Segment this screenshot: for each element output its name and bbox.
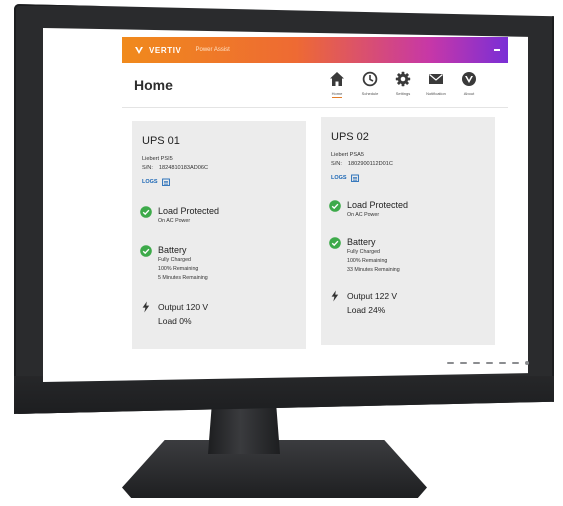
nav-home-label: Home	[331, 91, 343, 98]
serial-number: 1802900112D01C	[347, 161, 393, 167]
status-title: Load Protected	[158, 206, 220, 216]
battery-title: Battery	[347, 237, 376, 247]
status-detail: On AC Power	[158, 218, 191, 224]
battery-status: Battery Fully Charged 100% Remaining 5 M…	[140, 244, 208, 283]
battery-detail: 100% Remaining	[347, 258, 388, 264]
nav-notification-label: Notification	[426, 91, 446, 96]
ups-name: UPS 01	[142, 135, 180, 147]
minimize-button[interactable]	[494, 49, 500, 51]
lightning-icon	[331, 290, 339, 302]
envelope-icon	[429, 74, 443, 84]
output-voltage: Output 122 V	[347, 291, 398, 301]
serial-number: 1824810183AD06C	[158, 165, 209, 171]
vertiv-logo-icon	[135, 47, 143, 54]
output-voltage: Output 120 V	[158, 302, 209, 312]
monitor-buttons	[447, 358, 543, 368]
home-icon	[330, 72, 344, 86]
logs-link[interactable]: LOGS	[331, 174, 359, 182]
ups-card-02: UPS 02 Liebert PSA5 S/N: 1802900112D01C L…	[321, 117, 495, 345]
logs-icon	[161, 178, 170, 186]
brand-name: VERTIV	[149, 45, 182, 55]
battery-title: Battery	[158, 245, 187, 255]
nav-about-label: About	[463, 91, 475, 96]
logs-label: LOGS	[142, 179, 158, 185]
serial-label: S/N:	[142, 165, 153, 171]
logs-label: LOGS	[331, 175, 347, 181]
output-status: Output 120 V Load 0%	[140, 300, 208, 328]
battery-detail: 100% Remaining	[158, 266, 199, 272]
product-name: Power Assist	[195, 47, 230, 53]
serial-label: S/N:	[331, 161, 342, 167]
battery-detail: 5 Minutes Remaining	[158, 275, 208, 281]
vertiv-brand: VERTIV	[134, 45, 182, 55]
page-title: Home	[134, 77, 173, 93]
status-title: Load Protected	[347, 200, 409, 210]
load-percent: Load 24%	[347, 305, 386, 315]
ups-serial: S/N: 1802900112D01C	[331, 161, 393, 167]
check-circle-icon	[329, 200, 341, 212]
nav-notification[interactable]: Notification	[423, 71, 449, 98]
check-circle-icon	[140, 206, 152, 218]
battery-detail: Fully Charged	[347, 249, 380, 255]
battery-detail: Fully Charged	[158, 257, 191, 263]
load-protected-status: Load Protected On AC Power	[329, 199, 408, 220]
ups-name: UPS 02	[331, 131, 369, 143]
ups-serial: S/N: 1824810183AD06C	[142, 165, 208, 171]
nav-about[interactable]: About	[456, 71, 482, 98]
monitor-screen: VERTIV Power Assist Home Home Schedule S…	[43, 28, 528, 382]
nav-home[interactable]: Home	[324, 71, 350, 98]
logs-link[interactable]: LOGS	[142, 178, 170, 186]
output-status: Output 122 V Load 24%	[329, 289, 397, 317]
nav-schedule-label: Schedule	[361, 91, 379, 96]
main-nav: Home Schedule Settings Notification Abou…	[324, 71, 482, 98]
nav-settings-label: Settings	[395, 91, 411, 96]
load-percent: Load 0%	[158, 316, 192, 326]
ups-model: Liebert PSA5	[331, 152, 364, 158]
load-protected-status: Load Protected On AC Power	[140, 205, 219, 226]
nav-settings[interactable]: Settings	[390, 71, 416, 98]
gear-icon	[395, 71, 411, 87]
logs-icon	[350, 174, 359, 182]
nav-schedule[interactable]: Schedule	[357, 71, 383, 98]
ups-model: Liebert PSI5	[142, 156, 173, 162]
header-divider	[122, 107, 508, 108]
ups-card-01: UPS 01 Liebert PSI5 S/N: 1824810183AD06C …	[132, 121, 306, 349]
vertiv-logo-icon	[462, 72, 476, 86]
battery-detail: 33 Minutes Remaining	[347, 267, 400, 273]
lightning-icon	[142, 301, 150, 313]
battery-status: Battery Fully Charged 100% Remaining 33 …	[329, 236, 400, 275]
app-header-bar: VERTIV Power Assist	[122, 37, 508, 63]
check-circle-icon	[140, 245, 152, 257]
check-circle-icon	[329, 237, 341, 249]
clock-icon	[362, 71, 378, 87]
power-assist-app: VERTIV Power Assist Home Home Schedule S…	[122, 37, 508, 373]
status-detail: On AC Power	[347, 212, 380, 218]
